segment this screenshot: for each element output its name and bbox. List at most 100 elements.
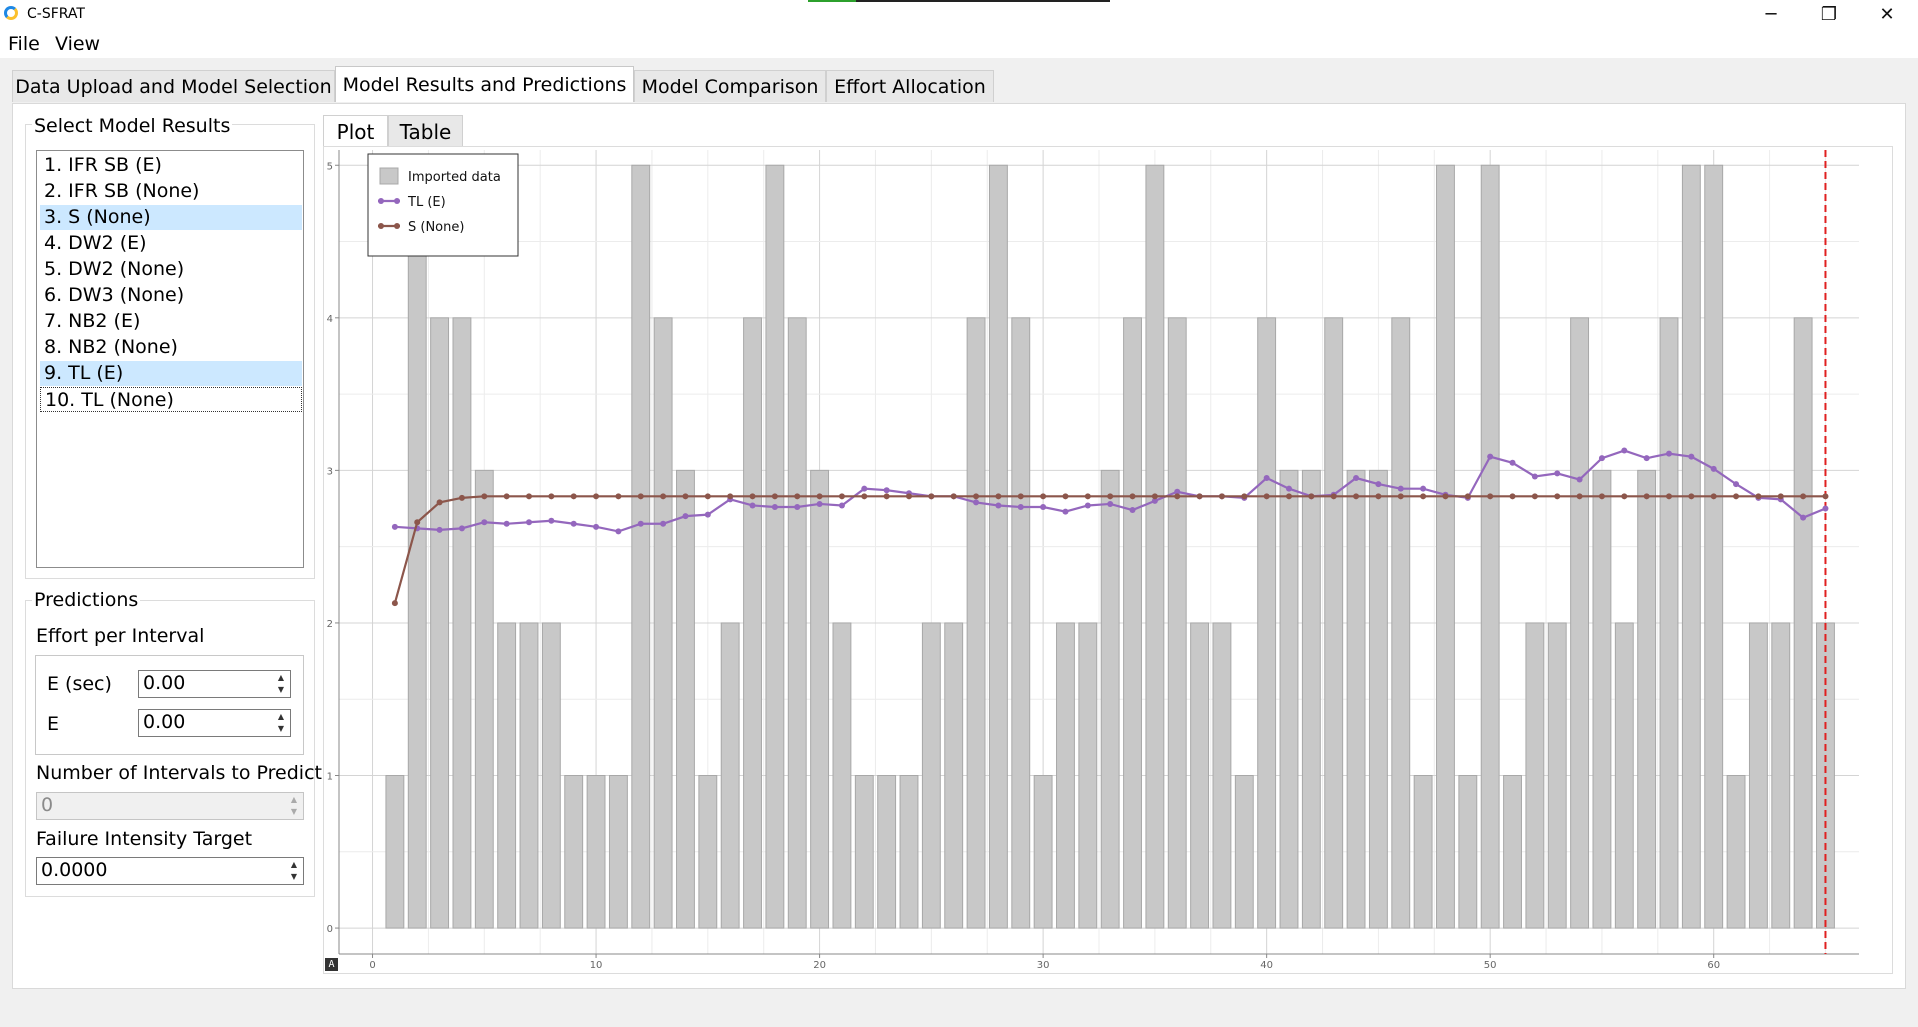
bar xyxy=(1480,164,1500,929)
bar xyxy=(1614,622,1634,929)
bar xyxy=(1503,775,1522,929)
bar xyxy=(1681,164,1701,929)
data-point xyxy=(1643,455,1650,462)
y-tick-label: 3 xyxy=(327,466,333,477)
spin-arrows-icon[interactable]: ▲ ▼ xyxy=(286,859,302,883)
bar xyxy=(810,469,830,929)
bar xyxy=(676,469,695,929)
tab-table[interactable]: Table xyxy=(388,115,463,147)
list-item[interactable]: 2. IFR SB (None) xyxy=(40,179,302,204)
effort-sec-input[interactable]: 0.00 ▲ ▼ xyxy=(138,670,291,698)
spin-arrows-icon[interactable]: ▲ ▼ xyxy=(273,711,289,735)
spin-arrows-icon: ▲ ▼ xyxy=(290,795,298,816)
data-point xyxy=(1308,493,1315,500)
tab-data-upload[interactable]: Data Upload and Model Selection xyxy=(12,70,335,102)
data-point xyxy=(1509,493,1516,500)
model-results-title: Select Model Results xyxy=(32,115,233,137)
bar xyxy=(1771,622,1791,929)
data-point xyxy=(660,520,667,527)
minimize-icon[interactable]: ─ xyxy=(1742,0,1800,28)
data-point xyxy=(771,503,778,510)
bar xyxy=(787,317,807,929)
data-point xyxy=(570,520,577,527)
x-tick-label: 40 xyxy=(1260,960,1273,971)
data-point xyxy=(1084,502,1091,509)
data-point xyxy=(1062,508,1069,515)
effort-e-input[interactable]: 0.00 ▲ ▼ xyxy=(138,709,291,737)
data-point xyxy=(1017,493,1024,500)
y-tick-label: 1 xyxy=(327,772,333,783)
data-point xyxy=(928,493,935,500)
data-point xyxy=(838,502,845,509)
list-item[interactable]: 7. NB2 (E) xyxy=(40,309,302,334)
bar xyxy=(1592,469,1612,929)
maximize-icon[interactable]: ❐ xyxy=(1800,0,1858,28)
list-item[interactable]: 5. DW2 (None) xyxy=(40,257,302,282)
legend-marker xyxy=(378,198,384,204)
data-point xyxy=(1151,493,1158,500)
data-point xyxy=(1576,476,1583,483)
close-icon[interactable]: ✕ xyxy=(1858,0,1916,28)
bar xyxy=(519,622,539,929)
bar xyxy=(474,469,494,929)
legend-label: S (None) xyxy=(408,220,464,235)
menu-bar: File View xyxy=(0,28,1918,58)
effort-field-label: E xyxy=(47,713,60,735)
target-input[interactable]: 0.0000 ▲ ▼ xyxy=(36,857,304,885)
bar xyxy=(1525,622,1545,929)
legend-swatch xyxy=(379,167,399,185)
data-point xyxy=(1777,493,1784,500)
bar xyxy=(1100,469,1120,929)
spin-arrows-icon[interactable]: ▲ ▼ xyxy=(273,672,289,696)
list-item[interactable]: 8. NB2 (None) xyxy=(40,335,302,360)
bar xyxy=(1368,469,1388,929)
legend-marker xyxy=(378,223,384,229)
y-tick-label: 4 xyxy=(327,314,333,325)
bar xyxy=(877,775,897,929)
list-item[interactable]: 6. DW3 (None) xyxy=(40,283,302,308)
x-tick-label: 50 xyxy=(1484,960,1497,971)
data-point xyxy=(727,493,734,500)
tab-model-comparison[interactable]: Model Comparison xyxy=(634,70,826,102)
legend-label: TL (E) xyxy=(407,195,446,210)
data-point xyxy=(1531,473,1538,480)
data-point xyxy=(950,493,957,500)
bar xyxy=(452,317,472,929)
data-point xyxy=(637,493,644,500)
data-point xyxy=(1420,493,1427,500)
menu-file[interactable]: File xyxy=(8,33,40,55)
list-item[interactable]: 3. S (None) xyxy=(40,205,302,230)
list-item[interactable]: 9. TL (E) xyxy=(40,361,302,386)
autoscale-button[interactable]: A xyxy=(325,958,338,971)
tab-model-results[interactable]: Model Results and Predictions xyxy=(335,66,634,102)
bar xyxy=(1033,775,1053,929)
data-point xyxy=(458,525,465,532)
data-point xyxy=(1263,475,1270,482)
x-tick-label: 10 xyxy=(590,960,603,971)
tab-effort-allocation[interactable]: Effort Allocation xyxy=(826,70,994,102)
data-point xyxy=(794,493,801,500)
data-point xyxy=(1666,493,1672,500)
data-point xyxy=(1464,493,1471,500)
data-point xyxy=(682,513,689,520)
bar xyxy=(497,622,517,929)
data-point xyxy=(1733,493,1740,500)
model-results-list[interactable]: 1. IFR SB (E) 2. IFR SB (None) 3. S (Non… xyxy=(36,150,304,568)
bar xyxy=(1212,622,1232,929)
data-point xyxy=(1218,493,1225,500)
data-point xyxy=(1621,493,1628,500)
tab-plot[interactable]: Plot xyxy=(323,115,388,147)
menu-view[interactable]: View xyxy=(55,33,100,55)
bar xyxy=(1167,317,1187,929)
list-item[interactable]: 4. DW2 (E) xyxy=(40,231,302,256)
list-item[interactable]: 10. TL (None) xyxy=(40,387,302,412)
data-point xyxy=(704,511,711,518)
data-point xyxy=(1174,493,1181,500)
results-chart[interactable]: 0 10 20 30 40 50 60 0 1 2 3 4 5 Imported data TL (E) S … xyxy=(323,146,1893,974)
data-point xyxy=(615,528,622,535)
data-point xyxy=(481,519,488,526)
bar xyxy=(1011,317,1031,929)
list-item[interactable]: 1. IFR SB (E) xyxy=(40,153,302,178)
predictions-title: Predictions xyxy=(32,589,141,611)
intervals-input: 0 ▲ ▼ xyxy=(36,792,304,820)
